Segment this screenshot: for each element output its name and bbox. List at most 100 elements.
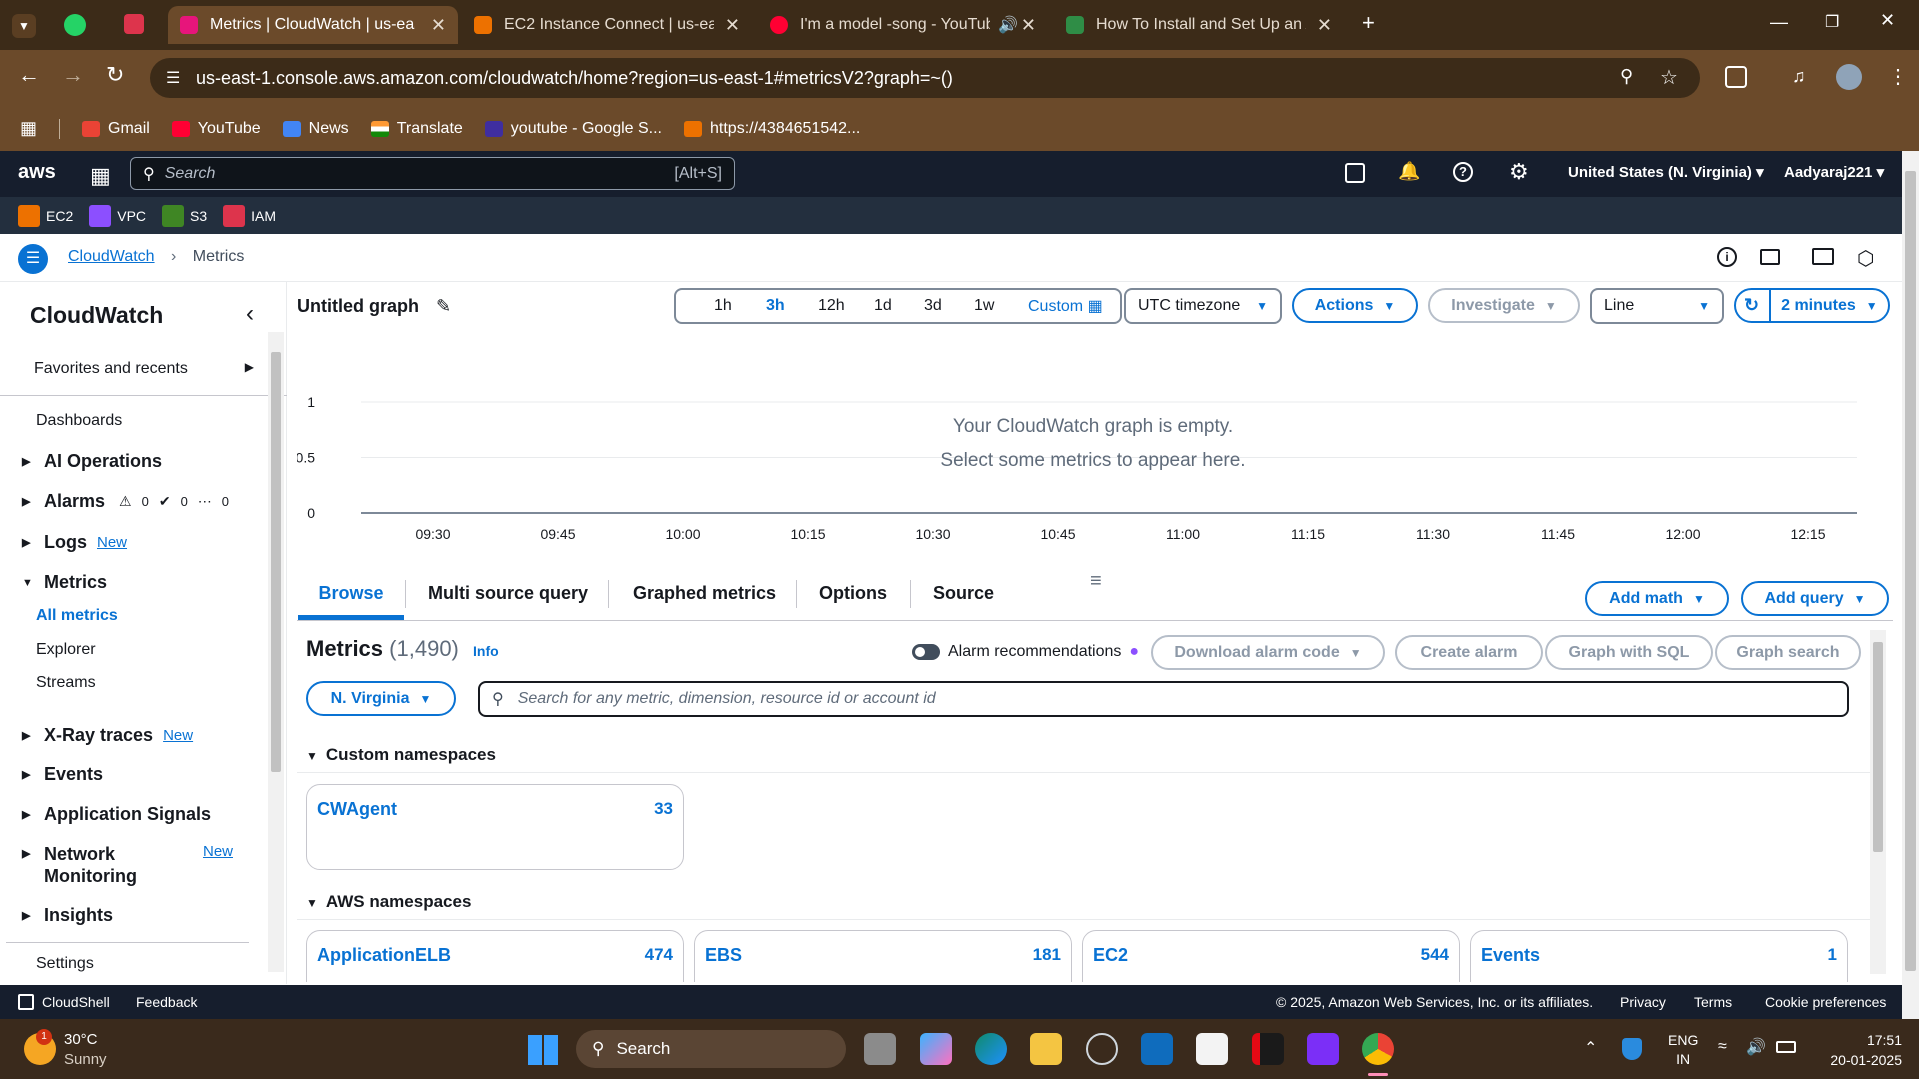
range-1d[interactable]: 1d <box>874 297 924 315</box>
graph-with-sql-button[interactable]: Graph with SQL <box>1545 635 1713 670</box>
wifi-icon[interactable]: ≈ <box>1718 1038 1727 1056</box>
privacy-link[interactable]: Privacy <box>1620 994 1666 1010</box>
store-icon[interactable] <box>1196 1033 1228 1065</box>
whatsapp-icon[interactable] <box>64 14 86 36</box>
netflix-icon[interactable] <box>1252 1033 1284 1065</box>
taskbar-search[interactable]: ⚲ Search <box>576 1030 846 1068</box>
clock[interactable]: 17:51 20-01-2025 <box>1818 1030 1902 1070</box>
namespace-card[interactable]: CWAgent 33 <box>306 784 684 870</box>
task-view-icon[interactable] <box>864 1033 896 1065</box>
close-window-button[interactable]: ✕ <box>1880 10 1895 31</box>
namespace-name[interactable]: ApplicationELB <box>317 945 451 966</box>
language-indicator[interactable]: ENG IN <box>1668 1031 1698 1069</box>
tab-search-button[interactable]: ▼ <box>12 14 36 38</box>
sidebar-item-all-metrics[interactable]: All metrics <box>36 607 118 625</box>
service-vpc[interactable]: VPC <box>89 204 146 227</box>
namespace-name[interactable]: EC2 <box>1093 945 1128 966</box>
bookmark-star-icon[interactable]: ☆ <box>1660 65 1678 90</box>
tab-cloudwatch[interactable]: Metrics | CloudWatch | us-east- ✕ <box>168 6 458 44</box>
monitor-icon[interactable] <box>1812 248 1834 265</box>
service-s3[interactable]: S3 <box>162 204 207 227</box>
region-selector[interactable]: United States (N. Virginia) ▾ <box>1568 163 1764 181</box>
tab-multi-source-query[interactable]: Multi source query <box>428 583 588 604</box>
info-icon[interactable]: i <box>1717 247 1737 267</box>
apps-icon[interactable]: ▦ <box>20 118 37 139</box>
service-iam[interactable]: IAM <box>223 204 276 227</box>
copilot-icon[interactable] <box>920 1033 952 1065</box>
close-icon[interactable]: ✕ <box>431 15 446 36</box>
metrics-search-input[interactable]: ⚲ Search for any metric, dimension, reso… <box>478 681 1849 717</box>
media-icon[interactable]: ♫ <box>1792 66 1806 87</box>
namespace-card[interactable]: Events 1 <box>1470 930 1848 982</box>
sidebar-item-streams[interactable]: Streams <box>36 674 96 692</box>
page-scrollbar[interactable] <box>1902 151 1919 1019</box>
sidebar-item-explorer[interactable]: Explorer <box>36 641 96 659</box>
amazon-music-icon[interactable] <box>1307 1033 1339 1065</box>
zoom-icon[interactable]: ⚲ <box>1620 66 1633 87</box>
create-alarm-button[interactable]: Create alarm <box>1395 635 1543 670</box>
service-ec2[interactable]: EC2 <box>18 204 73 227</box>
terms-link[interactable]: Terms <box>1694 994 1732 1010</box>
security-shield-icon[interactable] <box>1622 1038 1642 1060</box>
pinned-tab-icon[interactable] <box>124 14 144 34</box>
timezone-select[interactable]: UTC timezone ▼ <box>1124 288 1282 324</box>
investigate-button[interactable]: Investigate ▼ <box>1428 288 1580 323</box>
namespace-name[interactable]: CWAgent <box>317 799 397 820</box>
sidebar-item-insights[interactable]: ▶ Insights <box>22 905 113 926</box>
tab-browse[interactable]: Browse <box>298 573 404 620</box>
region-filter-button[interactable]: N. Virginia ▼ <box>306 681 456 716</box>
bookmark-gmail[interactable]: Gmail <box>82 120 150 138</box>
range-1h[interactable]: 1h <box>714 297 766 315</box>
tab-options[interactable]: Options <box>819 583 887 604</box>
cookie-preferences-link[interactable]: Cookie preferences <box>1765 994 1886 1010</box>
sidebar-item-logs[interactable]: ▶ Logs New <box>22 532 127 553</box>
cloudshell-link[interactable]: CloudShell <box>18 994 110 1010</box>
bookmark-translate[interactable]: Translate <box>370 120 463 138</box>
sidebar-item-settings[interactable]: Settings <box>36 955 94 973</box>
bookmark-url[interactable]: https://4384651542... <box>684 120 860 138</box>
battery-icon[interactable] <box>1776 1041 1796 1053</box>
breadcrumb-cloudwatch[interactable]: CloudWatch <box>68 248 155 265</box>
sidebar-item-metrics[interactable]: ▼ Metrics <box>22 572 107 593</box>
bookmark-news[interactable]: News <box>282 120 349 138</box>
account-menu[interactable]: Aadyaraj221 ▾ <box>1784 163 1884 181</box>
new-tab-button[interactable]: + <box>1362 10 1375 36</box>
range-3h[interactable]: 3h <box>766 297 818 315</box>
extensions-icon[interactable] <box>1725 66 1747 88</box>
sidebar-item-dashboards[interactable]: Dashboards <box>36 412 122 430</box>
namespace-card[interactable]: EC2 544 <box>1082 930 1460 982</box>
chart-type-select[interactable]: Line ▼ <box>1590 288 1724 324</box>
sidebar-item-ai-operations[interactable]: ▶ AI Operations <box>22 451 162 472</box>
range-1w[interactable]: 1w <box>974 297 1028 315</box>
chrome-icon[interactable] <box>1362 1033 1394 1065</box>
show-hidden-icons[interactable]: ⌃ <box>1584 1038 1597 1058</box>
bookmark-youtube-google[interactable]: youtube - Google S... <box>484 120 662 138</box>
alarm-recommendations-toggle[interactable]: Alarm recommendations ● <box>912 643 1139 661</box>
windows-start-icon[interactable] <box>528 1035 558 1065</box>
graph-search-button[interactable]: Graph search <box>1715 635 1861 670</box>
edit-pencil-icon[interactable]: ✎ <box>436 296 451 316</box>
sidebar-scrollbar[interactable] <box>268 332 284 972</box>
minimize-button[interactable]: — <box>1770 12 1788 33</box>
namespace-name[interactable]: Events <box>1481 945 1540 966</box>
restore-button[interactable]: ❐ <box>1825 12 1839 32</box>
refresh-button[interactable]: ↻ 2 minutes ▼ <box>1734 288 1890 323</box>
sidebar-item-events[interactable]: ▶ Events <box>22 764 103 785</box>
sidebar-item-application-signals[interactable]: ▶ Application Signals <box>22 804 211 825</box>
cloudshell-icon[interactable] <box>1345 163 1365 183</box>
tab-graphed-metrics[interactable]: Graphed metrics <box>633 583 776 604</box>
url-bar[interactable]: ☰ us-east-1.console.aws.amazon.com/cloud… <box>150 58 1700 98</box>
tab-source[interactable]: Source <box>933 583 994 604</box>
tab-ec2-connect[interactable]: EC2 Instance Connect | us-east- ✕ <box>462 6 752 44</box>
sidebar-item-network-monitoring[interactable]: ▶ Network Monitoring New <box>22 843 233 887</box>
add-math-button[interactable]: Add math ▼ <box>1585 581 1729 616</box>
aws-logo[interactable]: aws <box>18 161 56 184</box>
resize-handle-icon[interactable]: ≡ <box>1090 570 1102 593</box>
aws-search-input[interactable]: ⚲ Search [Alt+S] <box>130 157 735 190</box>
volume-icon[interactable]: 🔊 <box>1746 1037 1766 1057</box>
namespace-card[interactable]: EBS 181 <box>694 930 1072 982</box>
speaker-icon[interactable]: 🔊 <box>998 15 1018 35</box>
favorites-and-recents[interactable]: Favorites and recents ▶ <box>34 360 254 378</box>
scrollbar-thumb[interactable] <box>1873 642 1883 852</box>
services-menu-icon[interactable]: ▦ <box>90 163 111 189</box>
